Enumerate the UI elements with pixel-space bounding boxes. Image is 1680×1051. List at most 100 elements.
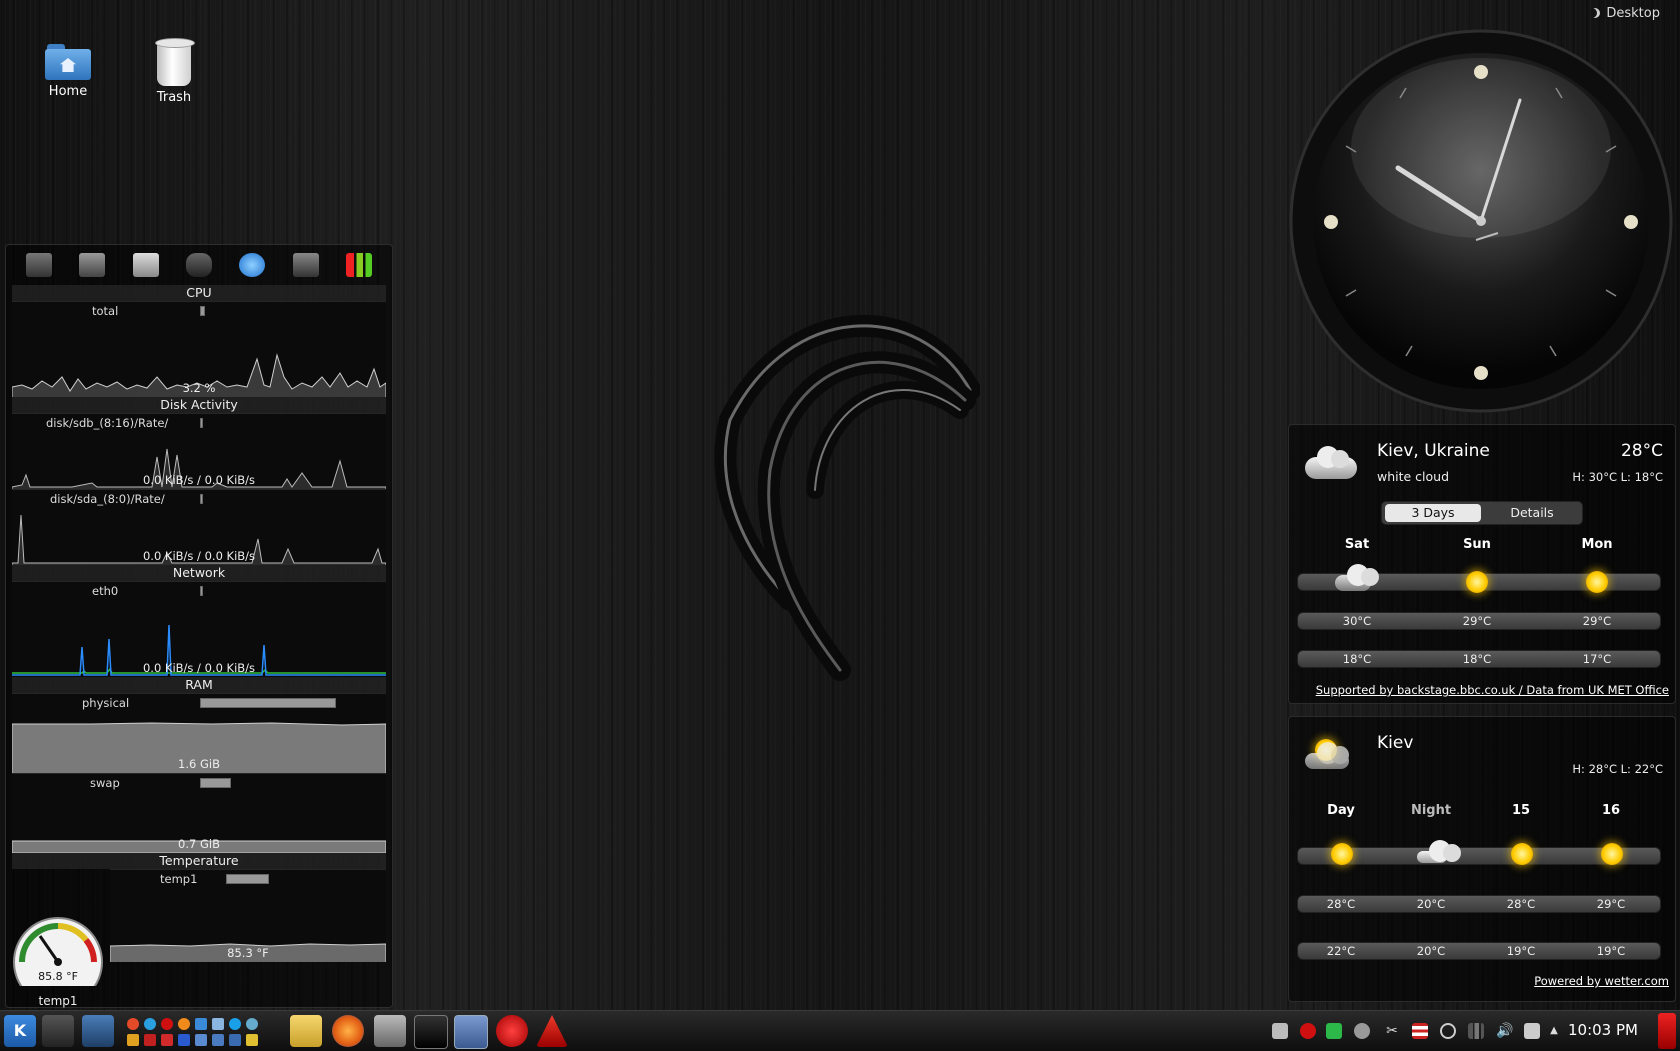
sensors-icon[interactable] xyxy=(185,253,212,277)
desktop-icon-label: Trash xyxy=(156,90,192,105)
disk-sdb-level-bar xyxy=(200,418,203,428)
sun-cloud-icon xyxy=(1511,843,1533,865)
quicklaunch-opera-icon[interactable] xyxy=(161,1018,173,1030)
system-monitor-widget: CPU total 3.2 % Disk Activity disk/sdb_(… xyxy=(5,244,393,1008)
weather-tabbar: 3 Days Details xyxy=(1381,501,1583,525)
drive-icon[interactable] xyxy=(79,253,106,277)
quicklaunch-settings-icon[interactable] xyxy=(127,1034,139,1046)
hdd-icon[interactable] xyxy=(25,253,52,277)
weather-hilo: H: 28°C L: 22°C xyxy=(1572,762,1663,776)
quicklaunch-firefox-icon[interactable] xyxy=(178,1018,190,1030)
task-opera-icon[interactable] xyxy=(496,1015,528,1047)
tray-scissors-icon[interactable]: ✂ xyxy=(1384,1023,1400,1039)
sun-icon xyxy=(1466,571,1488,593)
tray-keyboard-layout-icon[interactable] xyxy=(1412,1023,1428,1039)
desktop-icon-trash[interactable]: Trash xyxy=(134,38,214,105)
weather-city: Kiev xyxy=(1377,733,1414,753)
tray-shield-check-icon[interactable] xyxy=(1326,1023,1342,1039)
forecast-low: 18°C xyxy=(1342,652,1372,666)
forecast-high: 28°C xyxy=(1326,897,1356,911)
ram-physical-label: physical xyxy=(82,696,130,710)
tray-battery-icon[interactable] xyxy=(1468,1023,1484,1039)
bbc-credit-link[interactable]: Supported by backstage.bbc.co.uk / Data … xyxy=(1316,683,1669,697)
wetter-credit-link[interactable]: Powered by wetter.com xyxy=(1534,974,1669,988)
tab-3-days[interactable]: 3 Days xyxy=(1385,504,1481,522)
quicklaunch-skype-icon[interactable] xyxy=(229,1018,241,1030)
taskbar-clock[interactable]: 10:03 PM xyxy=(1568,1021,1638,1039)
panel-cashew-icon[interactable] xyxy=(1658,1013,1676,1049)
ram-physical-value: 1.6 GiB xyxy=(178,757,220,771)
task-folder-icon[interactable] xyxy=(290,1015,322,1047)
ram-swap-value: 0.7 GiB xyxy=(178,837,220,851)
tray-cloud-icon[interactable] xyxy=(1272,1023,1288,1039)
storm-cloud-icon xyxy=(1335,564,1379,591)
system-monitor-toolbar xyxy=(6,245,392,285)
cpu-value: 3.2 % xyxy=(182,381,216,395)
task-acrobat-icon[interactable] xyxy=(536,1015,568,1047)
network-section-title: Network xyxy=(12,565,386,581)
task-firefox-icon[interactable] xyxy=(332,1015,364,1047)
wallpaper-swoosh-logo xyxy=(714,314,980,681)
quicklaunch-writer-icon[interactable] xyxy=(178,1034,190,1046)
tray-expand-icon[interactable]: ▲ xyxy=(1546,1023,1562,1039)
quicklaunch-pdf-icon[interactable] xyxy=(144,1034,156,1046)
forecast-high: 29°C xyxy=(1596,897,1626,911)
trash-icon xyxy=(155,38,195,86)
weather-widget-wetter: Kiev H: 28°C L: 22°C Day Night 15 16 28°… xyxy=(1288,716,1676,1002)
quicklaunch-chrome-icon[interactable] xyxy=(127,1018,139,1030)
forecast-high: 20°C xyxy=(1416,897,1446,911)
show-desktop-icon[interactable] xyxy=(42,1015,74,1047)
analog-clock xyxy=(1289,29,1673,413)
quicklaunch-draw-icon[interactable] xyxy=(229,1034,241,1046)
forecast-low: 20°C xyxy=(1416,944,1446,958)
desktop-icon-home[interactable]: Home xyxy=(28,44,108,99)
tray-clipboard-icon[interactable] xyxy=(1524,1023,1540,1039)
toolbox-moon-icon xyxy=(1590,8,1600,18)
quicklaunch-impress-icon[interactable] xyxy=(212,1034,224,1046)
forecast-day-name: Mon xyxy=(1581,537,1613,552)
kde-launcher-icon[interactable]: K xyxy=(4,1015,36,1047)
forecast-high: 30°C xyxy=(1342,614,1372,628)
network-plot: eth0 0.0 KiB/s / 0.0 KiB/s xyxy=(12,581,386,677)
desktop-toolbox-label: Desktop xyxy=(1606,5,1660,21)
quicklaunch-office-icon[interactable] xyxy=(161,1034,173,1046)
disk-section-title: Disk Activity xyxy=(12,397,386,413)
disk-sdb-label: disk/sdb_(8:16)/Rate/ xyxy=(46,416,169,430)
task-terminal-icon[interactable] xyxy=(414,1015,448,1049)
ram-section-title: RAM xyxy=(12,677,386,693)
forecast-col-name: 16 xyxy=(1601,803,1621,818)
night-cloud-icon xyxy=(1417,840,1461,863)
forecast-day-name: Sun xyxy=(1463,537,1491,552)
signal-bars-icon[interactable] xyxy=(346,253,373,277)
white-cloud-icon xyxy=(1305,446,1357,479)
network-globe-icon[interactable] xyxy=(239,253,266,277)
quicklaunch-chat-icon[interactable] xyxy=(246,1018,258,1030)
disk-icon[interactable] xyxy=(132,253,159,277)
quicklaunch-files-icon[interactable] xyxy=(246,1034,258,1046)
cpu-chip-icon[interactable] xyxy=(292,253,319,277)
forecast-high: 29°C xyxy=(1582,614,1612,628)
quicklaunch-calc-icon[interactable] xyxy=(195,1034,207,1046)
gauge-value: 85.8 °F xyxy=(38,970,78,983)
task-window-switcher-icon[interactable] xyxy=(454,1015,488,1049)
forecast-high: 29°C xyxy=(1462,614,1492,628)
quicklaunch-messenger-icon[interactable] xyxy=(212,1018,224,1030)
pager-icon[interactable] xyxy=(82,1015,114,1047)
quicklaunch-browser-icon[interactable] xyxy=(144,1018,156,1030)
ram-physical-plot: physical 1.6 GiB xyxy=(12,693,386,773)
tray-opera-icon[interactable] xyxy=(1300,1023,1316,1039)
forecast-col-name: Night xyxy=(1410,803,1452,818)
forecast-low: 19°C xyxy=(1506,944,1536,958)
tray-volume-icon[interactable]: 🔊 xyxy=(1496,1023,1513,1039)
quicklaunch-network-icon[interactable] xyxy=(195,1018,207,1030)
sun-cloud-icon xyxy=(1601,843,1623,865)
weather-condition: white cloud xyxy=(1377,469,1450,484)
temperature-plot: temp1 85.3 °F xyxy=(110,869,386,962)
desktop-toolbox[interactable]: Desktop xyxy=(1590,2,1660,24)
tab-details[interactable]: Details xyxy=(1486,504,1578,522)
temperature-section-title: Temperature xyxy=(12,853,386,869)
tray-chat-icon[interactable] xyxy=(1354,1023,1370,1039)
task-computer-icon[interactable] xyxy=(374,1015,406,1047)
tray-network-icon[interactable] xyxy=(1440,1023,1456,1039)
forecast-col-name: 15 xyxy=(1511,803,1531,818)
